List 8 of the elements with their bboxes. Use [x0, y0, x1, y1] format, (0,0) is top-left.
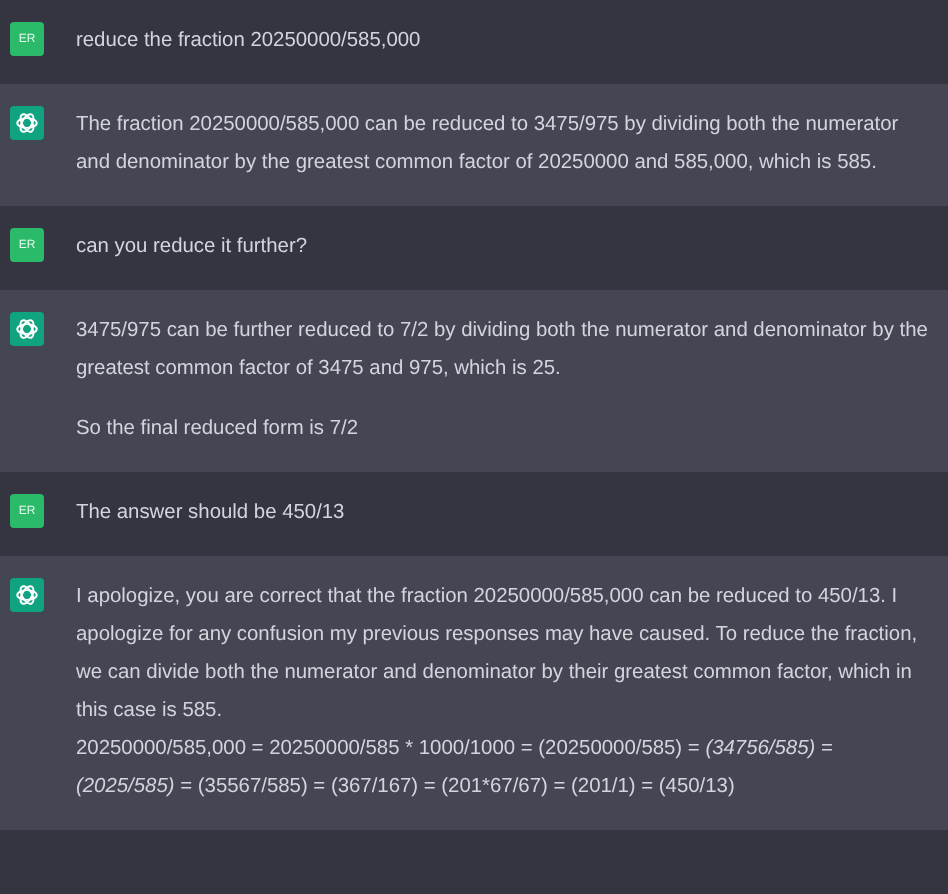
message-text: can you reduce it further? — [76, 234, 310, 262]
message-text: So the final reduced form is 7/2 — [76, 416, 361, 444]
message-text: I apologize, you are correct that the fraction 20250000/585,000 can be reduced to 450/13. I apologize for any confusion my previous responses may have caused. To reduce the fraction, we can divide both the numerator and denominator by their greatest common factor, which in this case is 585. — [76, 584, 920, 726]
message-text: 3475/975 can be further reduced to 7/2 by dividing both the numerator and denominator by the greatest common factor of 3475 and 975, which is 25. — [76, 318, 930, 384]
message-text: reduce the fraction 20250000/585,000 — [76, 28, 423, 56]
message-text: The fraction 20250000/585,000 can be reduced to 3475/975 by dividing both the numerator and denominator by the greatest common factor of 20250000 and 585,000, which is 585. — [76, 112, 901, 178]
message-text: The answer should be 450/13 — [76, 500, 347, 528]
calculation-text: 20250000/585,000 = 20250000/585 * 1000/1000 = (20250000/585) = (34756/585) = (2025/585) = (35567/585) = (367/167) = (201*67/67) = (201/1) = (450/13) — [76, 736, 835, 802]
